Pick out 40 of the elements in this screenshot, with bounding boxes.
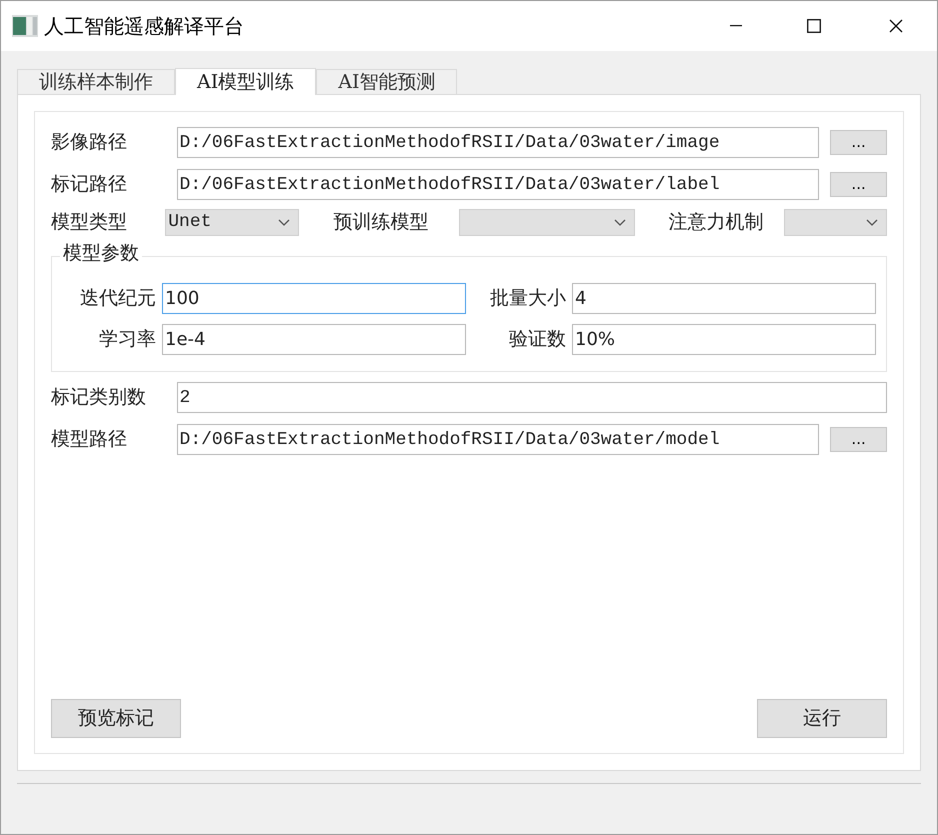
path-field[interactable]: D:/06FastExtractionMethodofRSII/Data/03water/image (176, 127, 820, 158)
app-icon (12, 15, 38, 37)
path-field[interactable]: D:/06FastExtractionMethodofRSII/Data/03water/label (176, 169, 820, 200)
dropdown[interactable] (784, 209, 887, 236)
field-label: 验证数 (508, 327, 567, 352)
field-label: 预训练模型 (333, 210, 430, 236)
dropdown[interactable] (458, 209, 636, 236)
input-field[interactable]: 2 (176, 382, 887, 413)
tab[interactable]: AI模型训练 (175, 68, 316, 95)
field-label: 影像路径 (51, 130, 128, 156)
input-field[interactable]: 10% (572, 324, 876, 355)
field-label: 模型类型 (51, 210, 128, 236)
dropdown[interactable]: Unet (165, 209, 300, 236)
input-field[interactable]: 100 (162, 283, 466, 314)
field-label: 标记路径 (51, 172, 128, 198)
chevron-down-icon (866, 218, 878, 226)
field-label: 批量大小 (489, 286, 567, 312)
path-field[interactable]: D:/06FastExtractionMethodofRSII/Data/03water/model (176, 424, 820, 455)
field-label: 模型路径 (51, 427, 128, 452)
close-icon (889, 19, 903, 33)
field-label: 迭代纪元 (79, 286, 157, 312)
maximize-icon (807, 19, 821, 33)
field-label: 学习率 (98, 327, 157, 352)
tab[interactable]: 训练样本制作 (17, 69, 175, 94)
action-button[interactable]: 运行 (757, 699, 887, 738)
input-field[interactable]: 1e-4 (162, 324, 466, 355)
group-title: 模型参数 (60, 244, 142, 263)
dropdown-value: Unet (168, 211, 212, 234)
minimize-icon (730, 25, 742, 27)
input-field[interactable]: 4 (572, 283, 876, 314)
field-label: 注意力机制 (668, 210, 764, 236)
field-label: 标记类别数 (51, 385, 147, 410)
chevron-down-icon (278, 218, 290, 226)
window-title: 人工智能遥感解译平台 (44, 13, 244, 40)
browse-button[interactable]: ... (830, 427, 887, 452)
chevron-down-icon (614, 218, 626, 226)
browse-button[interactable]: ... (830, 130, 887, 155)
tab[interactable]: AI智能预测 (316, 69, 458, 94)
browse-button[interactable]: ... (830, 172, 887, 197)
action-button[interactable]: 预览标记 (51, 699, 181, 738)
